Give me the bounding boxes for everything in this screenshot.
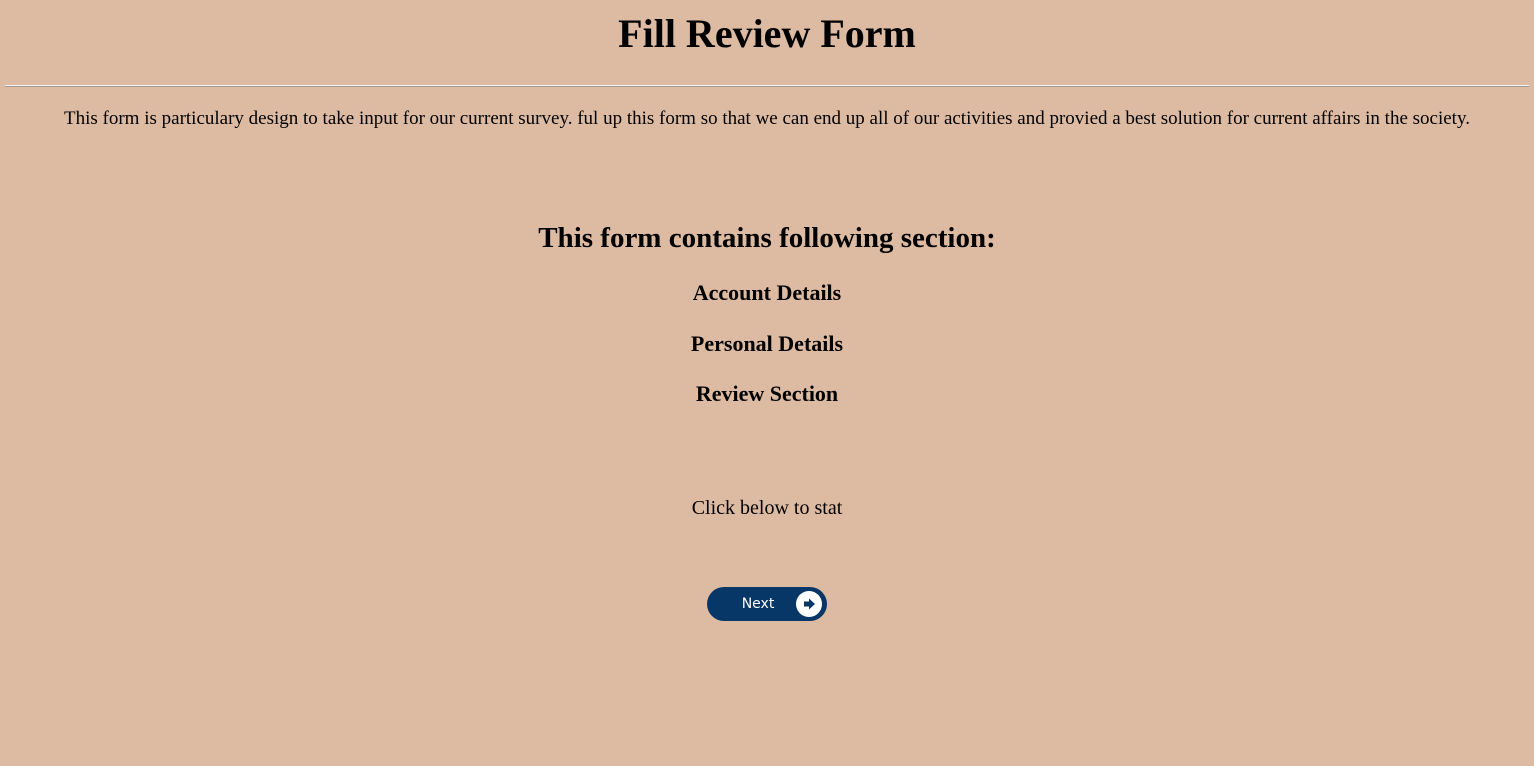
next-button-label: Next (741, 596, 775, 612)
arrow-right-circle-icon[interactable] (796, 591, 822, 617)
header-divider (5, 85, 1529, 87)
section-review-section: Review Section (695, 381, 839, 406)
section-personal-details: Personal Details (690, 331, 844, 356)
section-account-details: Account Details (692, 280, 842, 305)
intro-text: This form is particulary design to take … (64, 108, 1470, 129)
sections-heading: This form contains following section: (538, 222, 996, 254)
page-title: Fill Review Form (618, 11, 916, 56)
start-instruction: Click below to stat (691, 497, 843, 519)
